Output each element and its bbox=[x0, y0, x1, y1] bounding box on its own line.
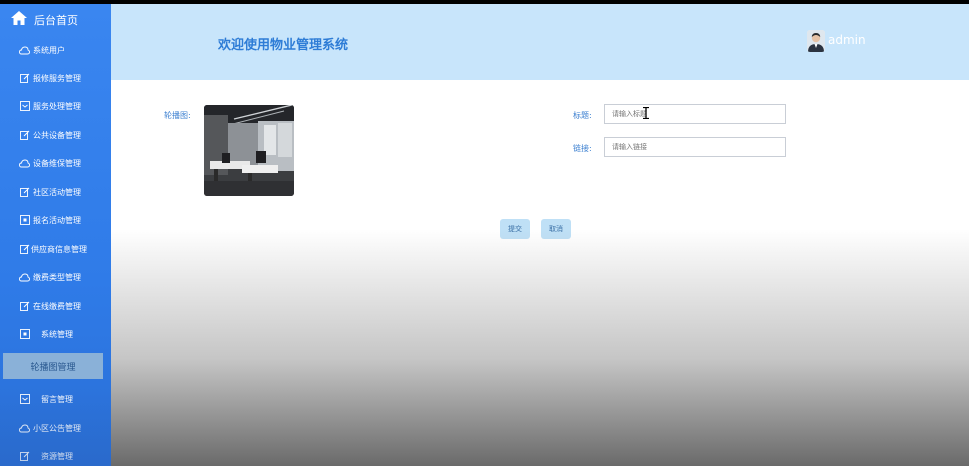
edit-icon bbox=[19, 451, 30, 462]
sidebar-item-label: 系统管理 bbox=[41, 329, 73, 339]
carousel-label: 轮播图: bbox=[164, 111, 191, 120]
title-label: 标题: bbox=[573, 111, 592, 120]
sidebar-item-label: 留言管理 bbox=[41, 394, 73, 404]
box-icon bbox=[19, 215, 30, 226]
sidebar-item-public-equipment[interactable]: 公共设备管理 bbox=[0, 121, 111, 149]
sidebar-item-label: 缴费类型管理 bbox=[33, 272, 81, 282]
sidebar-item-repair-service[interactable]: 报修服务管理 bbox=[0, 64, 111, 92]
office-photo-icon bbox=[204, 105, 294, 196]
sidebar-item-label: 轮播图管理 bbox=[30, 362, 76, 373]
page-title: 欢迎使用物业管理系统 bbox=[218, 38, 349, 53]
message-icon bbox=[19, 101, 30, 112]
sidebar-item-fee-type[interactable]: 缴费类型管理 bbox=[0, 263, 111, 291]
cancel-button[interactable]: 取消 bbox=[541, 219, 571, 239]
carousel-image[interactable] bbox=[204, 105, 294, 196]
avatar[interactable] bbox=[807, 30, 825, 52]
sidebar-item-carousel-management[interactable]: 轮播图管理 bbox=[3, 353, 103, 379]
cloud-icon bbox=[19, 272, 30, 283]
cloud-icon bbox=[19, 45, 30, 56]
sidebar-item-messages[interactable]: 留言管理 bbox=[0, 385, 111, 413]
message-icon bbox=[19, 394, 30, 405]
sidebar-item-label: 报名活动管理 bbox=[33, 215, 81, 225]
sidebar-item-label: 小区公告管理 bbox=[33, 423, 81, 433]
sidebar-item-label: 在线缴费管理 bbox=[33, 301, 81, 311]
edit-icon bbox=[19, 73, 30, 84]
sidebar-item-system-management[interactable]: 系统管理 bbox=[0, 320, 111, 348]
sidebar-item-label: 公共设备管理 bbox=[33, 130, 81, 140]
submit-button[interactable]: 提交 bbox=[500, 219, 530, 239]
sidebar-item-service-handling[interactable]: 服务处理管理 bbox=[0, 92, 111, 120]
edit-icon bbox=[19, 130, 30, 141]
sidebar-item-label: 资源管理 bbox=[41, 451, 73, 461]
cloud-icon bbox=[19, 158, 30, 169]
sidebar: 后台首页 系统用户 报修服务管理 服务处理管理 公共设备管理 设备维保管理 社区… bbox=[0, 4, 111, 466]
link-label: 链接: bbox=[573, 144, 592, 153]
link-input[interactable] bbox=[604, 137, 786, 157]
box-icon bbox=[19, 329, 30, 340]
sidebar-home-label: 后台首页 bbox=[34, 14, 78, 27]
sidebar-item-label: 设备维保管理 bbox=[33, 158, 81, 168]
bottom-shade-overlay bbox=[111, 229, 969, 466]
user-name[interactable]: admin bbox=[828, 33, 866, 47]
user-avatar-icon bbox=[807, 30, 825, 52]
sidebar-item-supplier-info[interactable]: 供应商信息管理 bbox=[0, 235, 111, 263]
sidebar-item-system-users[interactable]: 系统用户 bbox=[0, 36, 111, 64]
sidebar-item-label: 服务处理管理 bbox=[33, 101, 81, 111]
sidebar-item-community-activity[interactable]: 社区活动管理 bbox=[0, 178, 111, 206]
sidebar-item-maintenance[interactable]: 设备维保管理 bbox=[0, 149, 111, 177]
home-icon bbox=[11, 11, 27, 25]
sidebar-item-online-payment[interactable]: 在线缴费管理 bbox=[0, 292, 111, 320]
sidebar-item-label: 系统用户 bbox=[33, 45, 65, 55]
text-cursor-icon bbox=[643, 107, 649, 119]
edit-icon bbox=[19, 301, 30, 312]
title-input[interactable] bbox=[604, 104, 786, 124]
sidebar-item-resources[interactable]: 资源管理 bbox=[0, 442, 111, 466]
sidebar-home[interactable]: 后台首页 bbox=[0, 4, 111, 34]
cloud-icon bbox=[19, 423, 30, 434]
sidebar-item-label: 供应商信息管理 bbox=[31, 244, 87, 254]
sidebar-item-announcements[interactable]: 小区公告管理 bbox=[0, 414, 111, 442]
edit-icon bbox=[19, 244, 30, 255]
top-header: 欢迎使用物业管理系统 admin bbox=[111, 4, 969, 80]
edit-icon bbox=[19, 187, 30, 198]
sidebar-item-label: 报修服务管理 bbox=[33, 73, 81, 83]
sidebar-item-label: 社区活动管理 bbox=[33, 187, 81, 197]
sidebar-item-signup-activity[interactable]: 报名活动管理 bbox=[0, 206, 111, 234]
